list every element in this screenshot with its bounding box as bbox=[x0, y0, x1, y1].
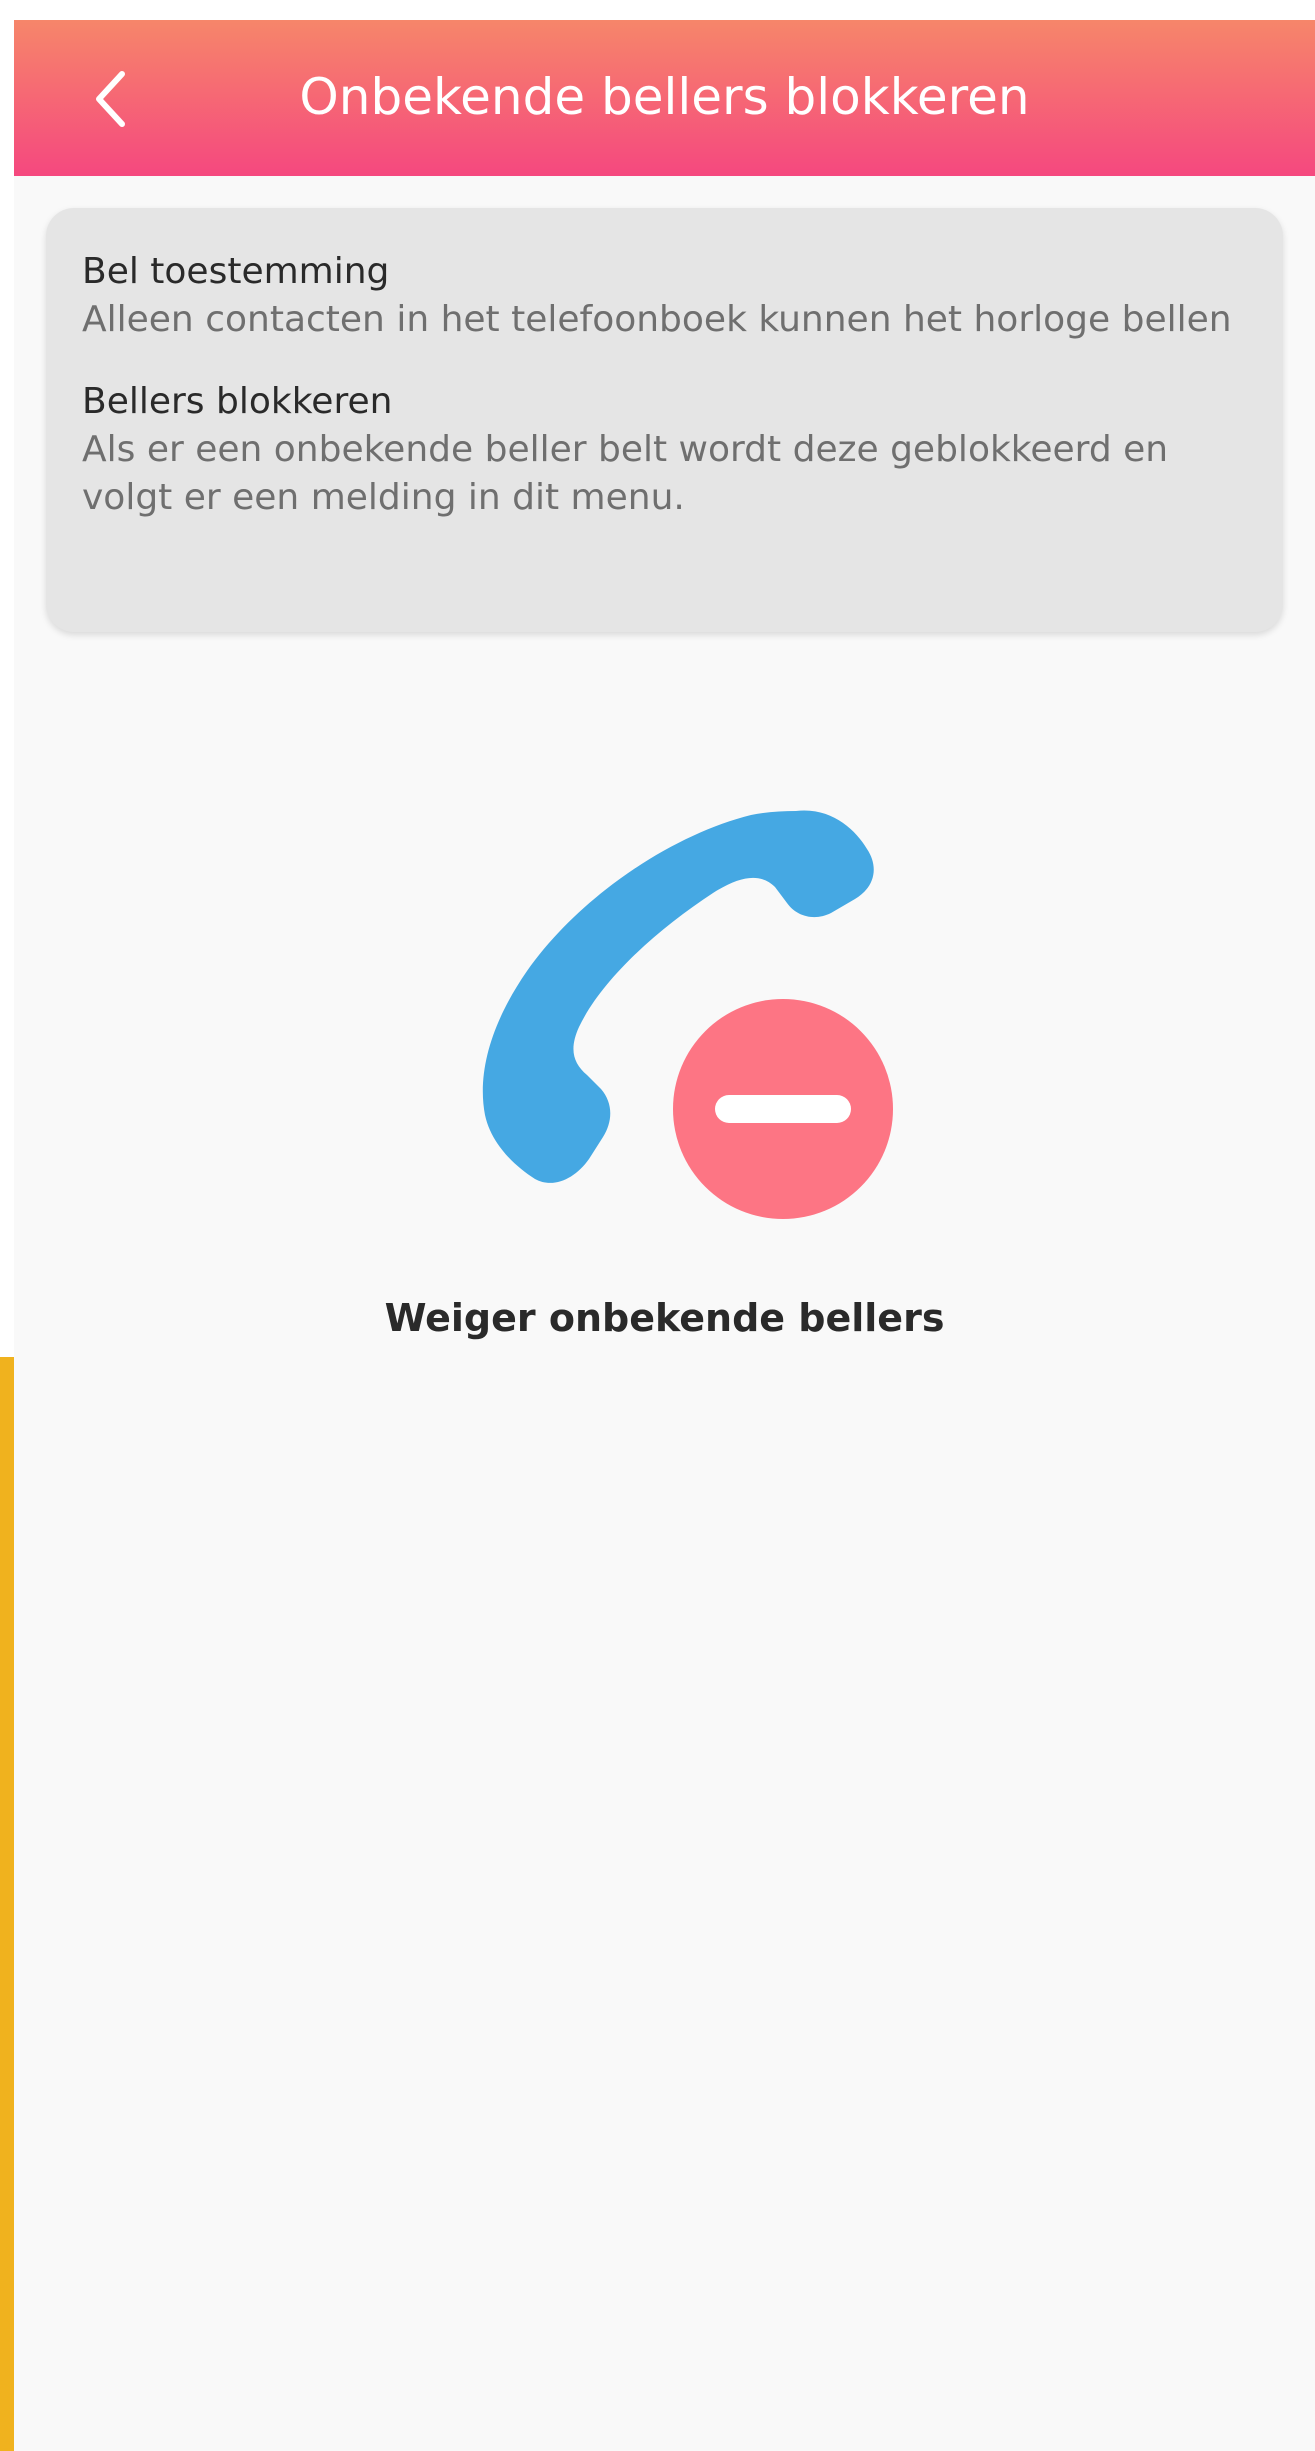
info-item-description: Als er een onbekende beller belt wordt d… bbox=[82, 429, 1169, 518]
info-card: Bel toestemming Alleen contacten in het … bbox=[46, 208, 1283, 632]
page-title: Onbekende bellers blokkeren bbox=[299, 68, 1030, 126]
illustration-caption: Weiger onbekende bellers bbox=[384, 1296, 945, 1340]
status-bar-area bbox=[14, 0, 1315, 20]
info-item-title: Bellers blokkeren bbox=[82, 381, 393, 422]
app-screen: Onbekende bellers blokkeren Bel toestemm… bbox=[14, 0, 1315, 2451]
blocked-call-illustration bbox=[451, 803, 911, 1233]
app-header: Onbekende bellers blokkeren bbox=[14, 20, 1315, 176]
back-button[interactable] bbox=[64, 54, 154, 144]
info-item-call-permission: Bel toestemming Alleen contacten in het … bbox=[82, 248, 1247, 344]
info-item-block-callers: Bellers blokkeren Als er een onbekende b… bbox=[82, 378, 1247, 522]
info-item-title: Bel toestemming bbox=[82, 251, 390, 292]
minus-circle-icon bbox=[673, 999, 893, 1219]
left-edge-accent bbox=[0, 1357, 14, 2451]
info-item-description: Alleen contacten in het telefoonboek kun… bbox=[82, 299, 1232, 340]
chevron-left-icon bbox=[96, 71, 125, 127]
